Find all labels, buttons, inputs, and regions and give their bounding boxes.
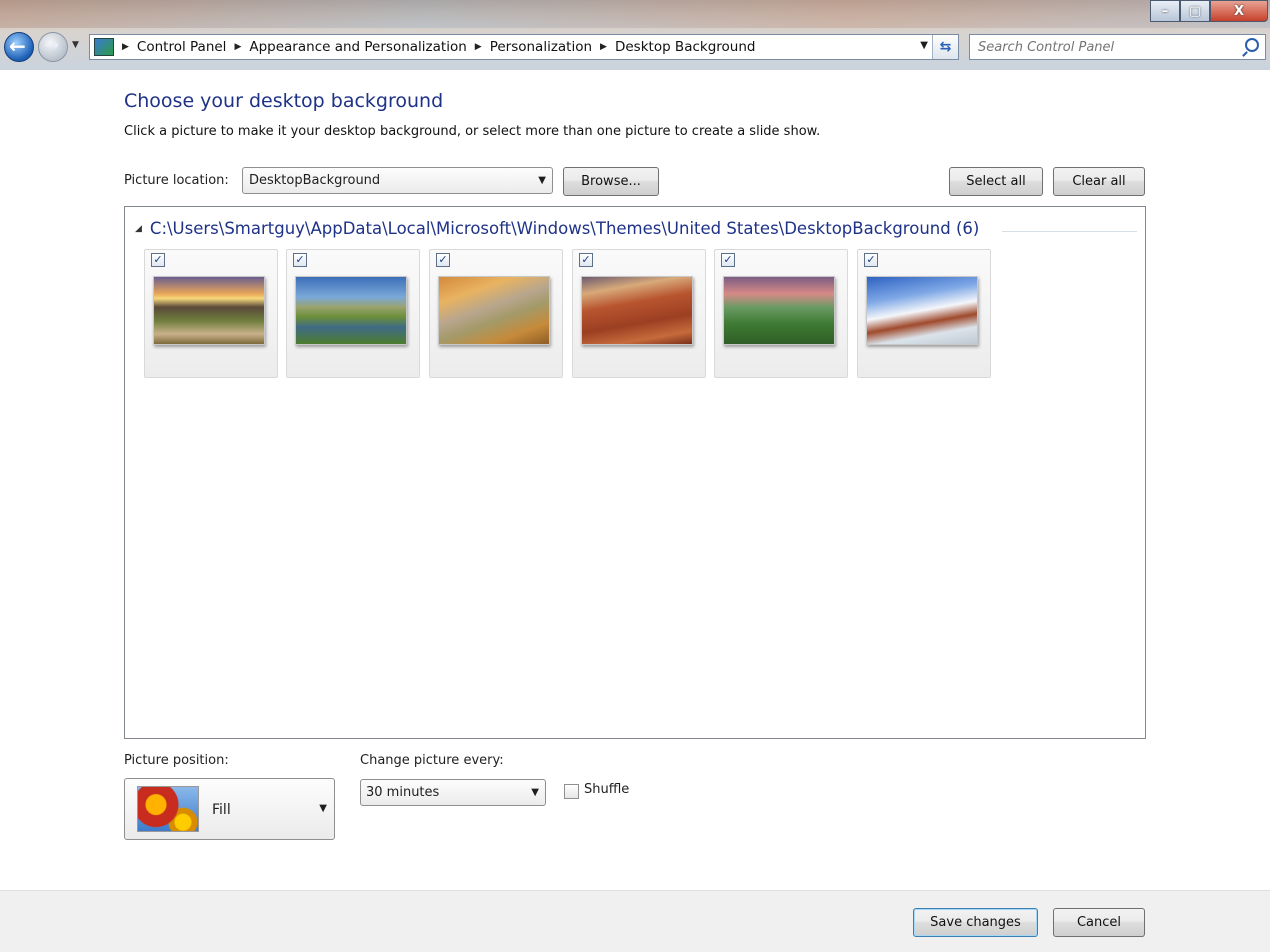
page-description: Click a picture to make it your desktop …	[124, 124, 821, 139]
wallpaper-image[interactable]	[581, 276, 693, 345]
wallpaper-checkbox[interactable]: ✓	[151, 253, 165, 267]
main-content: Choose your desktop background Click a p…	[0, 70, 1270, 890]
breadcrumb-desktop-background[interactable]: Desktop Background	[615, 39, 756, 55]
close-button[interactable]: X	[1210, 0, 1268, 22]
wallpaper-checkbox[interactable]: ✓	[436, 253, 450, 267]
minimize-button[interactable]: –	[1150, 0, 1180, 22]
wallpaper-checkbox[interactable]: ✓	[293, 253, 307, 267]
recent-pages-dropdown-icon[interactable]: ▼	[72, 40, 79, 50]
page-title: Choose your desktop background	[124, 90, 444, 112]
change-interval-value: 30 minutes	[366, 785, 440, 800]
back-button[interactable]	[4, 32, 34, 62]
breadcrumb-appearance[interactable]: Appearance and Personalization	[249, 39, 466, 55]
wallpaper-checkbox[interactable]: ✓	[864, 253, 878, 267]
chevron-down-icon: ▼	[319, 803, 327, 814]
refresh-button[interactable]: ⇆	[932, 35, 958, 59]
wallpaper-image[interactable]	[438, 276, 550, 345]
window-chrome: – ▢ X ▼ ▶ Control Panel ▶ Appearance and…	[0, 0, 1270, 70]
position-preview-image	[137, 786, 199, 832]
chevron-down-icon: ▼	[538, 175, 546, 186]
wallpaper-image[interactable]	[295, 276, 407, 345]
wallpaper-checkbox[interactable]: ✓	[721, 253, 735, 267]
wallpaper-thumbnail[interactable]: ✓	[857, 249, 991, 378]
wallpaper-thumbnail[interactable]: ✓	[144, 249, 278, 378]
shuffle-label[interactable]: Shuffle	[584, 782, 629, 797]
cancel-button[interactable]: Cancel	[1053, 908, 1145, 937]
wallpaper-image[interactable]	[153, 276, 265, 345]
picture-position-value: Fill	[212, 802, 231, 818]
gallery-group-header[interactable]: ◢ C:\Users\Smartguy\AppData\Local\Micros…	[135, 219, 979, 238]
chevron-right-icon[interactable]: ▶	[122, 42, 129, 52]
forward-button[interactable]	[38, 32, 68, 62]
maximize-button[interactable]: ▢	[1180, 0, 1210, 22]
gallery-group-title: C:\Users\Smartguy\AppData\Local\Microsof…	[149, 219, 980, 238]
chevron-down-icon: ▼	[531, 787, 539, 798]
select-all-button[interactable]: Select all	[949, 167, 1043, 196]
wallpaper-thumbnail[interactable]: ✓	[286, 249, 420, 378]
wallpaper-image[interactable]	[866, 276, 978, 345]
wallpaper-thumbnail[interactable]: ✓	[429, 249, 563, 378]
breadcrumb-personalization[interactable]: Personalization	[490, 39, 592, 55]
clear-all-button[interactable]: Clear all	[1053, 167, 1145, 196]
wallpaper-image[interactable]	[723, 276, 835, 345]
search-box[interactable]	[969, 34, 1266, 60]
group-divider	[1002, 231, 1137, 232]
control-panel-icon	[94, 38, 114, 56]
browse-button[interactable]: Browse...	[563, 167, 659, 196]
change-interval-select[interactable]: 30 minutes ▼	[360, 779, 546, 806]
chevron-right-icon[interactable]: ▶	[600, 42, 607, 52]
save-changes-button[interactable]: Save changes	[913, 908, 1038, 937]
search-input[interactable]	[970, 35, 1230, 59]
search-icon[interactable]	[1245, 38, 1259, 52]
footer-bar: Save changes Cancel	[0, 890, 1270, 952]
address-bar[interactable]: ▶ Control Panel ▶ Appearance and Persona…	[89, 34, 959, 60]
wallpaper-thumbnail[interactable]: ✓	[714, 249, 848, 378]
change-interval-label: Change picture every:	[360, 753, 504, 768]
picture-gallery[interactable]: ◢ C:\Users\Smartguy\AppData\Local\Micros…	[124, 206, 1146, 739]
window-controls: – ▢ X	[1150, 0, 1268, 22]
picture-position-select[interactable]: Fill ▼	[124, 778, 335, 840]
shuffle-checkbox[interactable]	[564, 784, 579, 799]
wallpaper-checkbox[interactable]: ✓	[579, 253, 593, 267]
picture-location-select[interactable]: DesktopBackground ▼	[242, 167, 553, 194]
collapse-triangle-icon[interactable]: ◢	[135, 224, 142, 234]
breadcrumb-control-panel[interactable]: Control Panel	[137, 39, 227, 55]
chevron-right-icon[interactable]: ▶	[475, 42, 482, 52]
address-history-dropdown-icon[interactable]: ▼	[920, 40, 928, 51]
picture-location-label: Picture location:	[124, 173, 229, 188]
chevron-right-icon[interactable]: ▶	[234, 42, 241, 52]
picture-location-value: DesktopBackground	[249, 173, 381, 188]
picture-position-label: Picture position:	[124, 753, 229, 768]
wallpaper-thumbnail[interactable]: ✓	[572, 249, 706, 378]
